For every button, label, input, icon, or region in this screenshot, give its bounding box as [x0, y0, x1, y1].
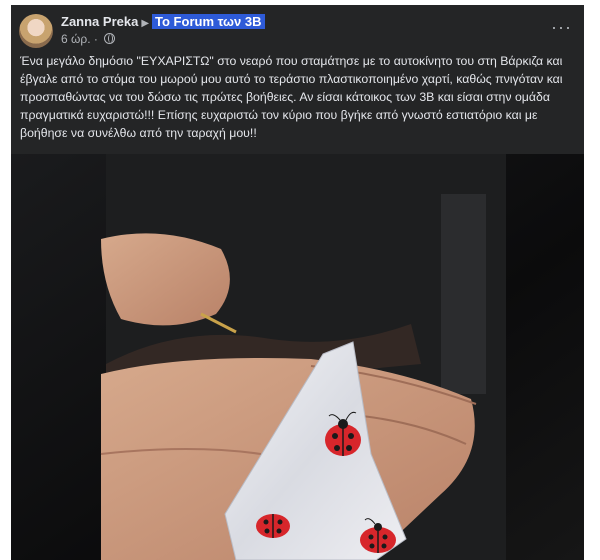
post-text: Ένα μεγάλο δημόσιο "ΕΥΧΑΡΙΣΤΩ" στο νεαρό…	[20, 54, 563, 140]
globe-icon	[104, 33, 116, 44]
more-options-icon[interactable]: ···	[551, 17, 572, 38]
post-meta: 6 ώρ. ·	[61, 32, 116, 46]
post-time[interactable]: 6 ώρ.	[61, 32, 91, 46]
caret-right-icon: ▶	[141, 18, 150, 29]
post-photo[interactable]	[11, 154, 584, 560]
author-avatar[interactable]	[19, 14, 53, 48]
author-name[interactable]: Zanna Preka	[61, 14, 138, 29]
group-name[interactable]: Το Forum των 3Β	[152, 14, 265, 29]
author-line: Zanna Preka ▶ Το Forum των 3Β	[61, 14, 265, 29]
facebook-post: Zanna Preka ▶ Το Forum των 3Β 6 ώρ. · ··· …	[11, 5, 584, 560]
post-header: Zanna Preka ▶ Το Forum των 3Β 6 ώρ. · ···	[11, 5, 584, 49]
